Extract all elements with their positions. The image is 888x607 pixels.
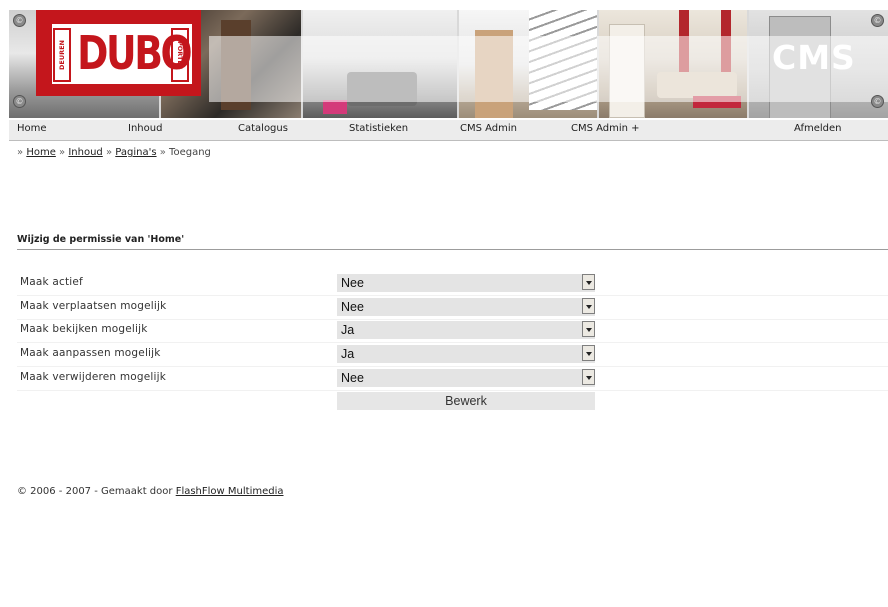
footer-link[interactable]: FlashFlow Multimedia [176, 486, 284, 497]
logo-side-text: PORTES [171, 28, 189, 82]
select-value: Nee [341, 371, 364, 385]
nav-item-catalogus[interactable]: Catalogus [238, 123, 288, 134]
nav-item-statistieken[interactable]: Statistieken [349, 123, 408, 134]
permission-select-actief[interactable]: Nee [337, 274, 595, 292]
select-value: Nee [341, 300, 364, 314]
select-value: Nee [341, 276, 364, 290]
nav-item-cms-admin-plus[interactable]: CMS Admin + [571, 123, 640, 134]
cushion-shape [323, 100, 347, 114]
permission-select-verwijderen[interactable]: Nee [337, 369, 595, 387]
nav-item-afmelden[interactable]: Afmelden [794, 123, 842, 134]
main-nav: Home Inhoud Catalogus Statistieken CMS A… [9, 119, 888, 141]
permission-label: Maak actief [20, 276, 83, 288]
permission-row: Maak verwijderen mogelijk Nee [17, 367, 888, 391]
permission-select-bekijken[interactable]: Ja [337, 321, 595, 339]
screw-icon: © [871, 14, 884, 27]
permission-label: Maak bekijken mogelijk [20, 323, 148, 335]
logo-text: DUBO [77, 26, 192, 80]
breadcrumb-inhoud[interactable]: Inhoud [68, 147, 102, 158]
permission-select-verplaatsen[interactable]: Nee [337, 298, 595, 316]
screw-icon: © [13, 95, 26, 108]
screw-icon: © [871, 95, 884, 108]
divider [17, 249, 888, 250]
chevron-down-icon[interactable] [582, 369, 595, 385]
nav-item-cms-admin[interactable]: CMS Admin [460, 123, 517, 134]
page-title: Wijzig de permissie van 'Home' [17, 234, 185, 245]
permission-row: Maak aanpassen mogelijk Ja [17, 343, 888, 367]
chevron-down-icon[interactable] [582, 274, 595, 290]
chevron-down-icon[interactable] [582, 321, 595, 337]
permission-select-aanpassen[interactable]: Ja [337, 345, 595, 363]
breadcrumb-separator: » [105, 147, 113, 158]
breadcrumb-paginas[interactable]: Pagina's [115, 147, 156, 158]
permission-label: Maak aanpassen mogelijk [20, 347, 161, 359]
permission-label: Maak verplaatsen mogelijk [20, 300, 167, 312]
breadcrumb-separator: » [17, 147, 24, 158]
breadcrumb: » Home » Inhoud » Pagina's » Toegang [17, 147, 211, 158]
cms-label: CMS [772, 38, 856, 77]
breadcrumb-separator: » [159, 147, 166, 158]
footer: © 2006 - 2007 - Gemaakt door FlashFlow M… [17, 486, 284, 497]
breadcrumb-home[interactable]: Home [26, 147, 56, 158]
permission-row: Maak verplaatsen mogelijk Nee [17, 296, 888, 320]
permission-label: Maak verwijderen mogelijk [20, 371, 167, 383]
chevron-down-icon[interactable] [582, 298, 595, 314]
footer-text: © 2006 - 2007 - Gemaakt door [17, 486, 173, 497]
screw-icon: © [13, 14, 26, 27]
breadcrumb-current: Toegang [169, 147, 211, 158]
select-value: Ja [341, 347, 355, 361]
logo-side-text: DEUREN [53, 28, 71, 82]
select-value: Ja [341, 323, 355, 337]
permission-row: Maak bekijken mogelijk Ja [17, 319, 888, 343]
nav-item-home[interactable]: Home [17, 123, 47, 134]
breadcrumb-separator: » [59, 147, 66, 158]
chevron-down-icon[interactable] [582, 345, 595, 361]
submit-button[interactable]: Bewerk [337, 392, 595, 410]
permission-row: Maak actief Nee [17, 272, 888, 296]
nav-item-inhoud[interactable]: Inhoud [128, 123, 162, 134]
